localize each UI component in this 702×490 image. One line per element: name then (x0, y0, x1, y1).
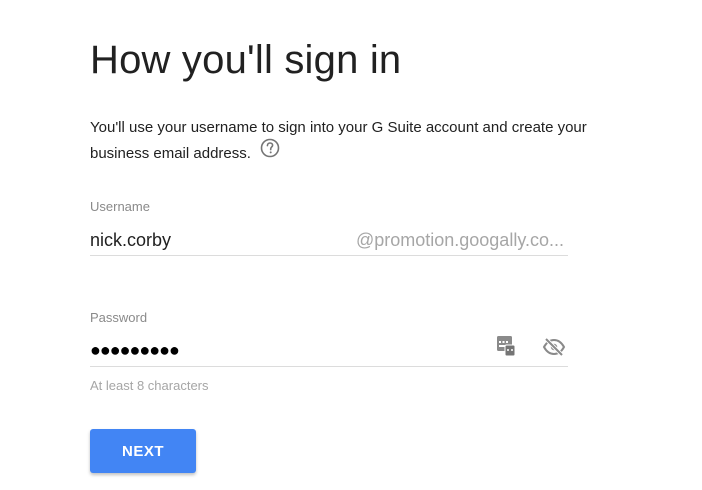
next-button[interactable]: NEXT (90, 429, 196, 473)
password-hint: At least 8 characters (90, 378, 209, 393)
username-value[interactable]: nick.corby (90, 230, 171, 251)
password-label: Password (90, 310, 148, 325)
page-title: How you'll sign in (90, 38, 402, 82)
username-field[interactable]: nick.corby @promotion.googally.co... (90, 225, 568, 256)
domain-suffix: @promotion.googally.co... (355, 230, 564, 250)
description-text: You'll use your username to sign into yo… (90, 119, 587, 162)
password-field[interactable]: ●●●●●●●●● (90, 336, 568, 367)
username-label: Username (90, 199, 150, 214)
eye-slash-icon[interactable] (542, 337, 566, 362)
password-keyboard-icon[interactable] (496, 335, 516, 362)
question-circle-icon[interactable] (260, 138, 280, 167)
password-value[interactable]: ●●●●●●●●● (90, 340, 180, 361)
sign-in-setup-page: How you'll sign in You'll use your usern… (0, 0, 702, 490)
description: You'll use your username to sign into yo… (90, 115, 590, 167)
